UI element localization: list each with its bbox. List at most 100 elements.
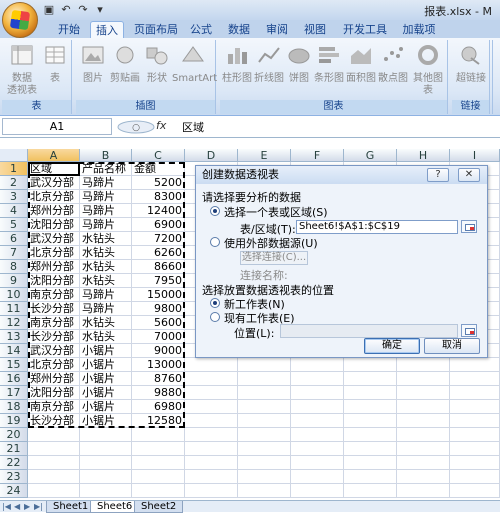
row-header[interactable]: 19 bbox=[0, 414, 28, 428]
row-header[interactable]: 23 bbox=[0, 470, 28, 484]
cell[interactable]: 马蹄片 bbox=[80, 190, 132, 204]
next-sheet-icon[interactable]: ▶ bbox=[24, 502, 30, 511]
cell[interactable] bbox=[238, 442, 291, 456]
cell[interactable] bbox=[344, 428, 397, 442]
cell[interactable] bbox=[397, 470, 450, 484]
cell[interactable]: 马蹄片 bbox=[80, 288, 132, 302]
cell[interactable] bbox=[344, 400, 397, 414]
cell[interactable]: 郑州分部 bbox=[28, 204, 80, 218]
cell[interactable]: 南京分部 bbox=[28, 288, 80, 302]
cell[interactable]: 水钻头 bbox=[80, 260, 132, 274]
cell[interactable] bbox=[291, 470, 344, 484]
cell[interactable] bbox=[185, 456, 238, 470]
column-header-b[interactable]: B bbox=[80, 149, 132, 162]
cell[interactable] bbox=[344, 456, 397, 470]
cell[interactable]: 7000 bbox=[132, 330, 185, 344]
cancel-button[interactable]: 取消 bbox=[424, 338, 480, 354]
select-all-corner[interactable] bbox=[0, 149, 28, 162]
cell[interactable]: 北京分部 bbox=[28, 358, 80, 372]
cell[interactable] bbox=[397, 484, 450, 498]
cell[interactable] bbox=[238, 414, 291, 428]
cell[interactable]: 6900 bbox=[132, 218, 185, 232]
cell[interactable] bbox=[185, 372, 238, 386]
tab-formulas[interactable]: 公式 bbox=[186, 21, 216, 38]
cell[interactable] bbox=[397, 428, 450, 442]
undo-icon[interactable]: ↶ bbox=[59, 3, 73, 17]
name-box[interactable]: A1 bbox=[2, 118, 112, 135]
cell[interactable]: 金额 bbox=[132, 162, 185, 176]
cell[interactable] bbox=[80, 456, 132, 470]
pivot-table-button[interactable]: 数据 透视表 bbox=[6, 44, 38, 97]
column-header-a[interactable]: A bbox=[28, 149, 80, 162]
cell[interactable] bbox=[450, 470, 500, 484]
cell[interactable]: 5200 bbox=[132, 176, 185, 190]
cell[interactable] bbox=[132, 428, 185, 442]
tab-view[interactable]: 视图 bbox=[300, 21, 330, 38]
cell[interactable]: 8300 bbox=[132, 190, 185, 204]
cell[interactable] bbox=[291, 442, 344, 456]
location-input[interactable] bbox=[280, 324, 458, 338]
close-button[interactable]: ✕ bbox=[458, 168, 480, 182]
cell[interactable]: 沈阳分部 bbox=[28, 274, 80, 288]
column-chart-button[interactable]: 柱形图 bbox=[222, 44, 252, 85]
cell[interactable] bbox=[238, 484, 291, 498]
tab-developer[interactable]: 开发工具 bbox=[340, 21, 390, 38]
cell[interactable]: 北京分部 bbox=[28, 190, 80, 204]
cell[interactable] bbox=[397, 386, 450, 400]
cell[interactable] bbox=[185, 484, 238, 498]
row-header[interactable]: 15 bbox=[0, 358, 28, 372]
save-icon[interactable]: ▣ bbox=[42, 3, 56, 17]
customize-qat-icon[interactable]: ▾ bbox=[93, 3, 107, 17]
cell[interactable]: 长沙分部 bbox=[28, 414, 80, 428]
cell[interactable] bbox=[397, 456, 450, 470]
row-header[interactable]: 10 bbox=[0, 288, 28, 302]
cell[interactable] bbox=[132, 442, 185, 456]
cell[interactable]: 沈阳分部 bbox=[28, 218, 80, 232]
cell[interactable] bbox=[291, 400, 344, 414]
choose-connection-button[interactable]: 选择连接(C)... bbox=[240, 251, 308, 265]
column-header-d[interactable]: D bbox=[185, 149, 238, 162]
cell[interactable]: 水钻头 bbox=[80, 274, 132, 288]
cell[interactable] bbox=[28, 442, 80, 456]
cell[interactable] bbox=[28, 456, 80, 470]
ok-button[interactable]: 确定 bbox=[364, 338, 420, 354]
cell[interactable]: 郑州分部 bbox=[28, 260, 80, 274]
cell[interactable] bbox=[291, 484, 344, 498]
office-button[interactable] bbox=[2, 2, 38, 38]
column-header-g[interactable]: G bbox=[344, 149, 397, 162]
row-header[interactable]: 1 bbox=[0, 162, 28, 176]
cell[interactable] bbox=[132, 484, 185, 498]
cell[interactable]: 13000 bbox=[132, 358, 185, 372]
cell[interactable]: 马蹄片 bbox=[80, 176, 132, 190]
cell[interactable] bbox=[291, 456, 344, 470]
insert-function-button[interactable]: fx bbox=[156, 119, 166, 132]
cell[interactable] bbox=[80, 470, 132, 484]
cell[interactable] bbox=[397, 358, 450, 372]
other-charts-button[interactable]: 其他图表 bbox=[410, 44, 446, 97]
cell[interactable]: 武汉分部 bbox=[28, 344, 80, 358]
cell[interactable]: 6260 bbox=[132, 246, 185, 260]
cell[interactable] bbox=[132, 470, 185, 484]
tab-data[interactable]: 数据 bbox=[224, 21, 254, 38]
cell[interactable] bbox=[238, 358, 291, 372]
cell[interactable]: 郑州分部 bbox=[28, 372, 80, 386]
cell[interactable] bbox=[80, 484, 132, 498]
cell[interactable]: 小锯片 bbox=[80, 386, 132, 400]
cell[interactable] bbox=[132, 456, 185, 470]
cell[interactable] bbox=[450, 414, 500, 428]
cell[interactable]: 南京分部 bbox=[28, 316, 80, 330]
help-button[interactable]: ? bbox=[427, 168, 449, 182]
cell[interactable]: 小锯片 bbox=[80, 414, 132, 428]
row-header[interactable]: 21 bbox=[0, 442, 28, 456]
cell[interactable] bbox=[185, 358, 238, 372]
radio-new-sheet[interactable] bbox=[210, 298, 220, 308]
cell[interactable] bbox=[80, 442, 132, 456]
cell[interactable] bbox=[291, 414, 344, 428]
cell[interactable]: 9000 bbox=[132, 344, 185, 358]
cell[interactable] bbox=[291, 386, 344, 400]
shapes-button[interactable]: 形状 bbox=[144, 44, 170, 85]
formula-cancel-enter-icon[interactable]: ○ bbox=[116, 119, 156, 135]
redo-icon[interactable]: ↷ bbox=[76, 3, 90, 17]
smartart-button[interactable]: SmartArt bbox=[172, 44, 217, 85]
cell[interactable] bbox=[450, 372, 500, 386]
